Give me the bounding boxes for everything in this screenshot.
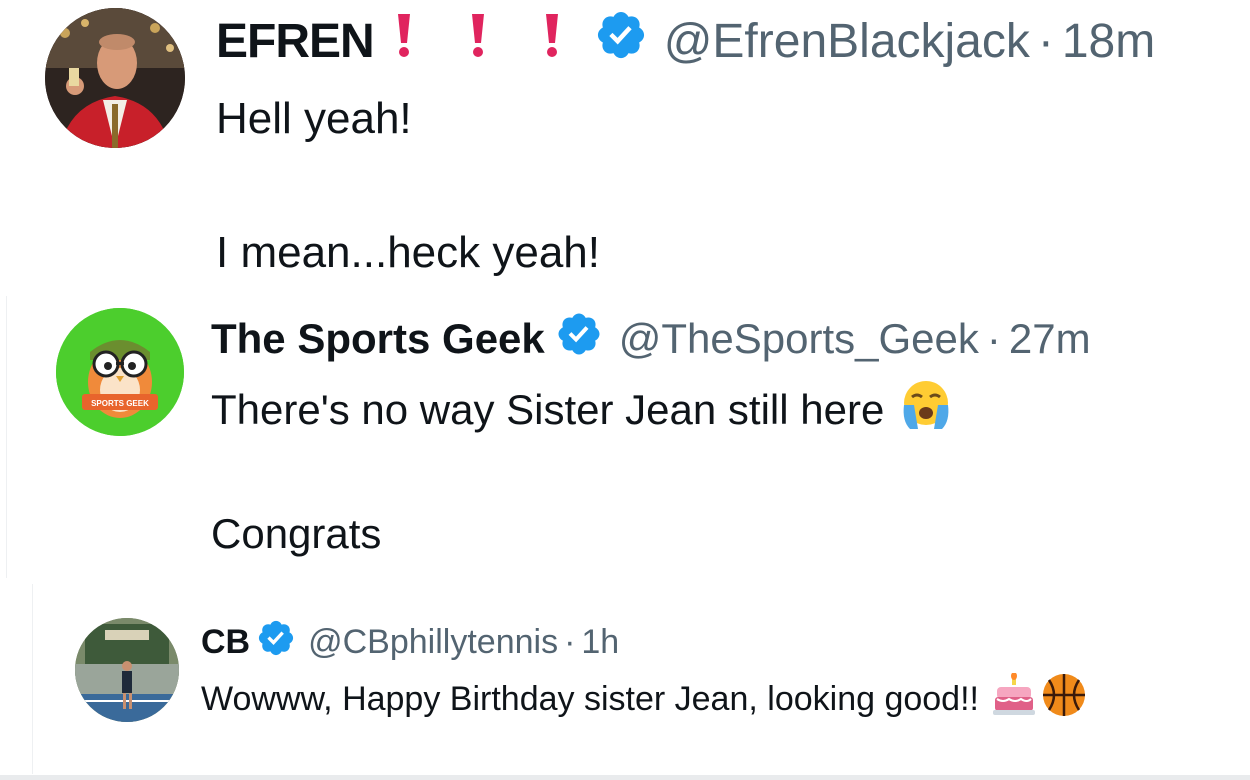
display-name[interactable]: EFREN: [216, 14, 375, 69]
avatar-efren[interactable]: [45, 8, 185, 148]
crying-face-emoji: [898, 379, 954, 441]
tweet-text-line: Wowww, Happy Birthday sister Jean, looki…: [201, 679, 979, 718]
verified-badge-icon: [555, 310, 603, 368]
tweet-text-line: Congrats: [211, 510, 382, 557]
handle[interactable]: @EfrenBlackjack: [664, 14, 1030, 69]
display-name[interactable]: The Sports Geek: [211, 315, 545, 363]
avatar-banner-text: SPORTS GEEK: [91, 399, 149, 408]
handle[interactable]: @CBphillytennis: [308, 623, 558, 662]
tweet-text-line: There's no way Sister Jean still here: [211, 386, 885, 433]
separator: ·: [986, 315, 1001, 362]
tweet-efren[interactable]: EFREN @EfrenBlackjack · 18m Hell yeah! I…: [0, 0, 1250, 296]
verified-badge-icon: [256, 618, 296, 667]
timestamp[interactable]: 1h: [581, 623, 619, 662]
red-exclamation-icon: [542, 12, 562, 70]
avatar-sports-geek[interactable]: SPORTS GEEK: [56, 308, 184, 436]
timestamp[interactable]: 18m: [1062, 14, 1155, 69]
tweet-sports-geek[interactable]: SPORTS GEEK The Sports Geek @TheSports_G…: [6, 296, 1250, 578]
separator: ·: [1037, 14, 1054, 68]
red-exclamation-icon: [394, 12, 414, 70]
tweet-text-line: Hell yeah!: [216, 94, 412, 143]
basketball-emoji: [1041, 672, 1087, 727]
avatar-cb[interactable]: [75, 618, 179, 722]
verified-badge-icon: [594, 8, 648, 74]
red-exclamation-icon: [468, 12, 488, 70]
tweet-text-line: I mean...heck yeah!: [216, 228, 600, 277]
display-name[interactable]: CB: [201, 623, 250, 662]
birthday-cake-emoji: [991, 671, 1037, 726]
handle[interactable]: @TheSports_Geek: [619, 315, 979, 363]
timestamp[interactable]: 27m: [1009, 315, 1091, 363]
bottom-divider: [0, 775, 1250, 780]
tweet-cb[interactable]: CB @CBphillytennis · 1h Wowww, Happy Bir…: [32, 584, 1250, 774]
separator: ·: [564, 622, 576, 661]
